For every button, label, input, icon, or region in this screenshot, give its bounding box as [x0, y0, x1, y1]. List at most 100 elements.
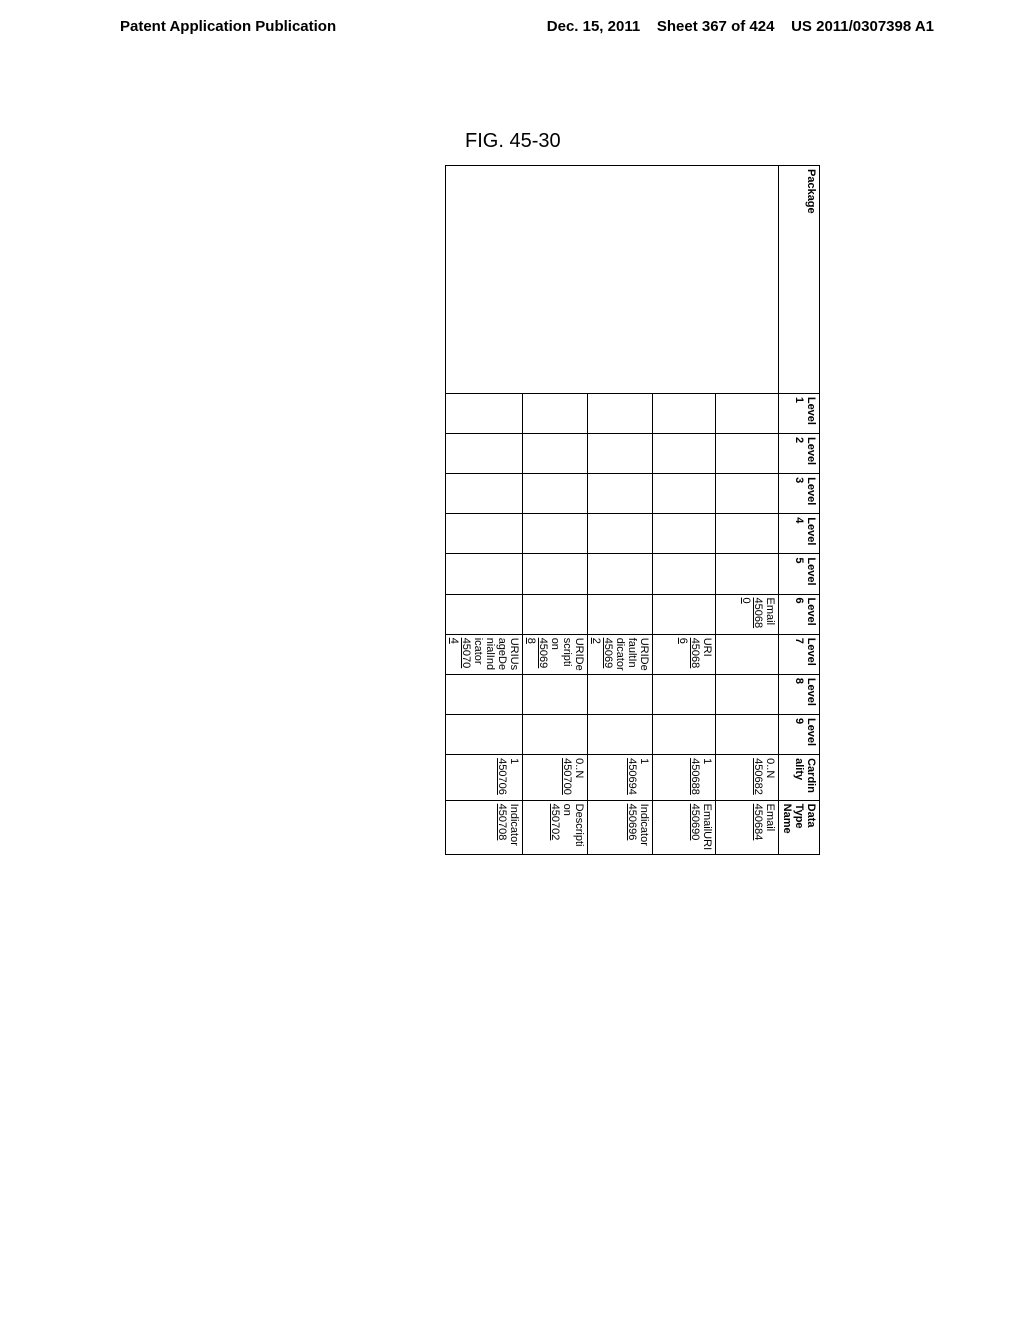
cell-cardinality: 0..N 450682: [716, 755, 779, 801]
cell-l4: [523, 514, 588, 554]
cell-l5: [588, 554, 653, 594]
l7-name: URIDescription: [549, 638, 585, 671]
cell-datatype: Email 450684: [716, 800, 779, 854]
col-l2: Level 2: [779, 433, 820, 473]
col-l3: Level 3: [779, 474, 820, 514]
cell-l1: [523, 393, 588, 433]
cell-l4: [653, 514, 716, 554]
cell-l4: [588, 514, 653, 554]
cell-l1: [716, 393, 779, 433]
cell-l2: [588, 433, 653, 473]
table-container: Package Level 1 Level 2 Level 3 Level 4 …: [180, 165, 820, 855]
cell-l8: [588, 674, 653, 714]
col-l8: Level 8: [779, 674, 820, 714]
cell-cardinality: 1 450688: [653, 755, 716, 801]
cell-l6: [446, 594, 523, 634]
cell-l6: [653, 594, 716, 634]
dtn-ref: 450690: [689, 804, 701, 841]
col-l6: Level 6: [779, 594, 820, 634]
card-val: 1: [638, 758, 650, 764]
cell-l3: [588, 474, 653, 514]
table-header-row: Package Level 1 Level 2 Level 3 Level 4 …: [779, 166, 820, 855]
card-ref: 450706: [496, 758, 508, 795]
l7-name: URI: [701, 638, 713, 657]
col-cardinality: Cardinality: [779, 755, 820, 801]
cell-datatype: Indicator 450708: [446, 800, 523, 854]
cell-l5: [446, 554, 523, 594]
dtn-ref: 450702: [549, 804, 561, 841]
cell-l8: [716, 674, 779, 714]
cell-l7: URIUsageDenialIndicator 450704: [446, 634, 523, 674]
cell-l8: [523, 674, 588, 714]
schema-table: Package Level 1 Level 2 Level 3 Level 4 …: [445, 165, 820, 855]
cell-l3: [446, 474, 523, 514]
l6-name: Email: [764, 598, 776, 626]
dtn-ref: 450696: [626, 804, 638, 841]
l7-name: URIDefaultIndicator: [614, 638, 650, 671]
header-date: Dec. 15, 2011: [547, 18, 640, 35]
cell-l5: [716, 554, 779, 594]
dtn-val: Indicator: [508, 804, 520, 846]
cell-package: [446, 166, 779, 394]
l7-name: URIUsageDenialIndicator: [472, 638, 520, 670]
col-datatype: Data Type Name: [779, 800, 820, 854]
cell-l2: [446, 433, 523, 473]
card-val: 1: [701, 758, 713, 764]
cell-l2: [716, 433, 779, 473]
l7-ref: 450704: [448, 638, 472, 669]
cell-l8: [653, 674, 716, 714]
cell-l4: [716, 514, 779, 554]
header-left: Patent Application Publication: [120, 18, 336, 35]
header-sheet: Sheet 367 of 424: [657, 18, 775, 35]
dtn-val: EmailURI: [701, 804, 713, 850]
cell-l2: [523, 433, 588, 473]
cell-l5: [653, 554, 716, 594]
cell-l1: [653, 393, 716, 433]
col-l4: Level 4: [779, 514, 820, 554]
figure-label: FIG. 45-30: [465, 130, 561, 153]
cell-l9: [716, 714, 779, 754]
cell-l4: [446, 514, 523, 554]
cell-l9: [446, 714, 523, 754]
cell-cardinality: 1 450706: [446, 755, 523, 801]
page-header: Patent Application Publication Dec. 15, …: [0, 0, 1024, 45]
cell-datatype: Indicator 450696: [588, 800, 653, 854]
col-package: Package: [779, 166, 820, 394]
dtn-val: Email: [764, 804, 776, 832]
cell-l6: [523, 594, 588, 634]
l6-ref: 450680: [740, 598, 764, 629]
card-val: 0..N: [573, 758, 585, 778]
cell-l9: [523, 714, 588, 754]
cell-l6: Email 450680: [716, 594, 779, 634]
col-l1: Level 1: [779, 393, 820, 433]
cell-l9: [588, 714, 653, 754]
cell-l7: URIDescription 450698: [523, 634, 588, 674]
cell-l1: [446, 393, 523, 433]
cell-l8: [446, 674, 523, 714]
card-val: 1: [508, 758, 520, 764]
cell-l7: URIDefaultIndicator 450692: [588, 634, 653, 674]
cell-l7: URI 450686: [653, 634, 716, 674]
card-ref: 450694: [626, 758, 638, 795]
cell-cardinality: 0..N 450700: [523, 755, 588, 801]
cell-l3: [523, 474, 588, 514]
col-l5: Level 5: [779, 554, 820, 594]
cell-l3: [716, 474, 779, 514]
cell-l6: [588, 594, 653, 634]
cell-l3: [653, 474, 716, 514]
cell-l7: [716, 634, 779, 674]
card-ref: 450688: [689, 758, 701, 795]
l7-ref: 450692: [590, 638, 614, 669]
cell-datatype: Description 450702: [523, 800, 588, 854]
l7-ref: 450698: [525, 638, 549, 669]
col-l7: Level 7: [779, 634, 820, 674]
dtn-ref: 450684: [752, 804, 764, 841]
cell-l9: [653, 714, 716, 754]
card-val: 0..N: [764, 758, 776, 778]
dtn-ref: 450708: [496, 804, 508, 841]
card-ref: 450700: [561, 758, 573, 795]
card-ref: 450682: [752, 758, 764, 795]
dtn-val: Indicator: [638, 804, 650, 846]
cell-cardinality: 1 450694: [588, 755, 653, 801]
cell-l1: [588, 393, 653, 433]
